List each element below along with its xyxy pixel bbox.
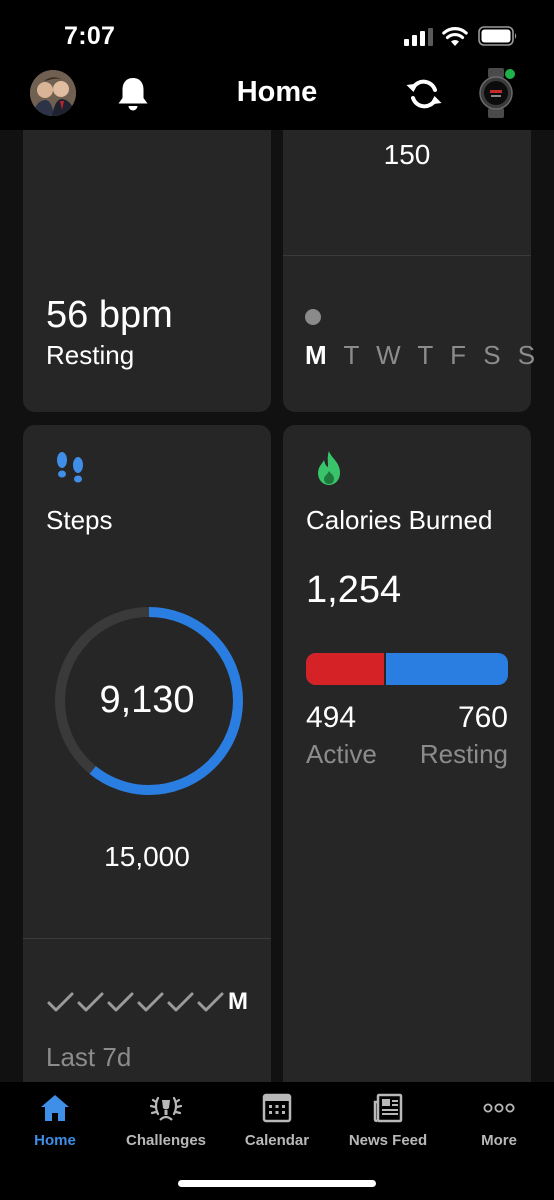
dashboard-content[interactable]: 56 bpm Resting 150 M T W T F S S Steps 9 <box>0 130 554 1082</box>
calories-card[interactable]: Calories Burned 1,254 494 760 Active Res… <box>283 425 531 1082</box>
cellular-signal-icon <box>404 28 433 46</box>
status-bar: 7:07 <box>0 0 554 70</box>
more-icon <box>483 1103 515 1113</box>
calories-title: Calories Burned <box>306 505 493 535</box>
resting-calories-label: Resting <box>419 739 508 769</box>
today-dot <box>305 309 321 325</box>
heart-rate-card[interactable]: 56 bpm Resting <box>23 130 271 412</box>
calories-split-bar <box>306 653 508 685</box>
tab-label: News Feed <box>348 1132 428 1149</box>
tab-label: More <box>481 1132 517 1149</box>
tab-challenges[interactable]: Challenges <box>111 1092 221 1156</box>
tab-label: Challenges <box>125 1132 207 1149</box>
weekday-label: S <box>483 340 506 370</box>
tab-calendar[interactable]: Calendar <box>222 1092 332 1156</box>
steps-count: 9,130 <box>99 679 195 721</box>
weekday-label: M <box>305 340 332 370</box>
app-header: Home <box>0 68 554 130</box>
steps-card[interactable]: Steps 9,130 15,000 M Last 7d <box>23 425 271 1082</box>
watch-icon[interactable] <box>476 68 516 118</box>
current-day-label: M <box>228 988 248 1015</box>
active-calories-segment <box>306 653 386 685</box>
resting-heart-rate-value: 56 bpm <box>46 294 173 336</box>
calendar-icon <box>262 1093 292 1123</box>
steps-goal: 15,000 <box>104 841 190 872</box>
active-calories-label: Active <box>306 739 377 769</box>
status-time: 7:07 <box>64 22 116 50</box>
home-icon <box>41 1095 69 1121</box>
footsteps-icon <box>57 452 83 483</box>
tab-label: Calendar <box>244 1132 310 1149</box>
checkmark-icon <box>137 992 164 1012</box>
weekly-summary-card[interactable]: 150 M T W T F S S <box>283 130 535 412</box>
checkmark-icon <box>167 992 194 1012</box>
wifi-icon <box>442 27 468 46</box>
checkmark-icon <box>197 992 224 1012</box>
newspaper-icon <box>373 1093 403 1123</box>
tab-label: Home <box>34 1132 76 1149</box>
resting-heart-rate-label: Resting <box>46 340 135 370</box>
tab-news-feed[interactable]: News Feed <box>333 1092 443 1156</box>
steps-title: Steps <box>46 505 113 535</box>
weekly-summary-value: 150 <box>383 139 431 170</box>
home-indicator <box>178 1180 376 1187</box>
weekday-label: T <box>343 340 364 370</box>
page-title: Home <box>236 76 318 108</box>
tab-more[interactable]: More <box>444 1092 554 1156</box>
checkmark-icon <box>47 992 74 1012</box>
active-calories-value: 494 <box>306 701 357 734</box>
weekday-label: T <box>417 340 438 370</box>
weekly-goal-checks: M <box>46 987 248 1017</box>
card-divider <box>283 255 531 256</box>
checkmark-icon <box>107 992 134 1012</box>
period-label: Last 7d <box>46 1042 132 1072</box>
laurel-icon <box>150 1096 182 1121</box>
resting-calories-value: 760 <box>457 701 508 734</box>
weekday-label: F <box>450 340 471 370</box>
weekday-label: W <box>376 340 406 370</box>
flame-icon <box>318 451 340 485</box>
weekday-label: S <box>517 340 541 370</box>
sync-icon[interactable] <box>404 76 444 112</box>
calories-total: 1,254 <box>306 569 402 611</box>
tab-home[interactable]: Home <box>0 1092 110 1156</box>
weekday-labels: M T W T F S S <box>305 340 540 371</box>
checkmark-icon <box>77 992 104 1012</box>
card-divider <box>23 938 271 939</box>
battery-icon <box>478 26 517 46</box>
